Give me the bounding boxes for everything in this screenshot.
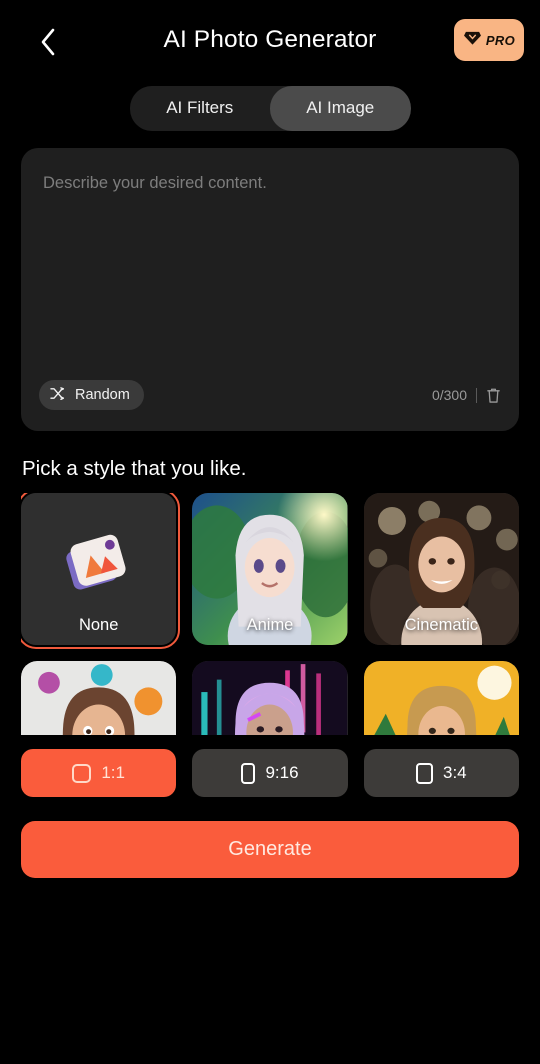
back-button[interactable] — [24, 20, 72, 64]
header-bar: AI Photo Generator PRO — [0, 0, 540, 80]
ratio-label: 3:4 — [443, 763, 467, 782]
prompt-meta: 0/300 — [432, 387, 501, 404]
portrait-icon — [416, 762, 433, 784]
style-card-neon-punk[interactable]: Neon Punk — [192, 661, 348, 735]
ratio-button-1-1[interactable]: 1:1 — [21, 749, 177, 797]
prompt-panel: Describe your desired content. Random 0/… — [21, 148, 519, 431]
app-screen: AI Photo Generator PRO AI Filters AI Ima… — [0, 0, 540, 1064]
pro-badge-label: PRO — [485, 32, 516, 48]
portrait-tall-icon — [241, 762, 256, 784]
chevron-left-icon — [39, 27, 57, 57]
ratio-label: 1:1 — [101, 763, 125, 782]
style-thumb — [363, 661, 519, 735]
ratio-label: 9:16 — [265, 763, 299, 782]
random-label: Random — [75, 387, 130, 403]
diamond-heart-icon — [463, 30, 482, 51]
style-card-craft-clay[interactable]: Craft Clay — [21, 661, 177, 735]
style-card-pixel-art[interactable]: Pixel Art — [363, 661, 519, 735]
tab-ai-filters[interactable]: AI Filters — [130, 86, 271, 131]
ratio-button-9-16[interactable]: 9:16 — [192, 749, 348, 797]
prompt-input[interactable]: Describe your desired content. — [21, 148, 519, 371]
divider — [476, 387, 477, 403]
square-icon — [72, 763, 92, 783]
character-counter: 0/300 — [431, 387, 467, 403]
pro-badge-button[interactable]: PRO — [454, 19, 524, 61]
style-thumb — [192, 661, 348, 735]
style-label: Cinematic — [404, 616, 478, 634]
generate-button[interactable]: Generate — [21, 821, 519, 878]
tab-ai-image[interactable]: AI Image — [270, 85, 411, 131]
aspect-ratio-row: 1:1 9:16 3:4 — [21, 749, 519, 797]
style-label: None — [78, 616, 119, 634]
style-thumb — [21, 661, 177, 735]
style-card-anime[interactable]: Anime — [192, 493, 348, 645]
mode-tabs: AI Filters AI Image — [0, 80, 540, 136]
random-prompt-button[interactable]: Random — [39, 380, 144, 410]
photo-stack-icon — [65, 534, 126, 590]
style-card-cinematic[interactable]: Cinematic — [363, 493, 519, 645]
style-section-title: Pick a style that you like. — [22, 457, 247, 480]
style-card-none[interactable]: None — [21, 493, 181, 649]
prompt-footer: Random 0/300 — [21, 371, 519, 431]
trash-icon[interactable] — [486, 387, 501, 404]
ratio-button-3-4[interactable]: 3:4 — [363, 749, 519, 797]
style-grid: None Anime Cinematic — [21, 493, 519, 735]
shuffle-icon — [50, 386, 67, 405]
style-label: Anime — [246, 616, 294, 634]
